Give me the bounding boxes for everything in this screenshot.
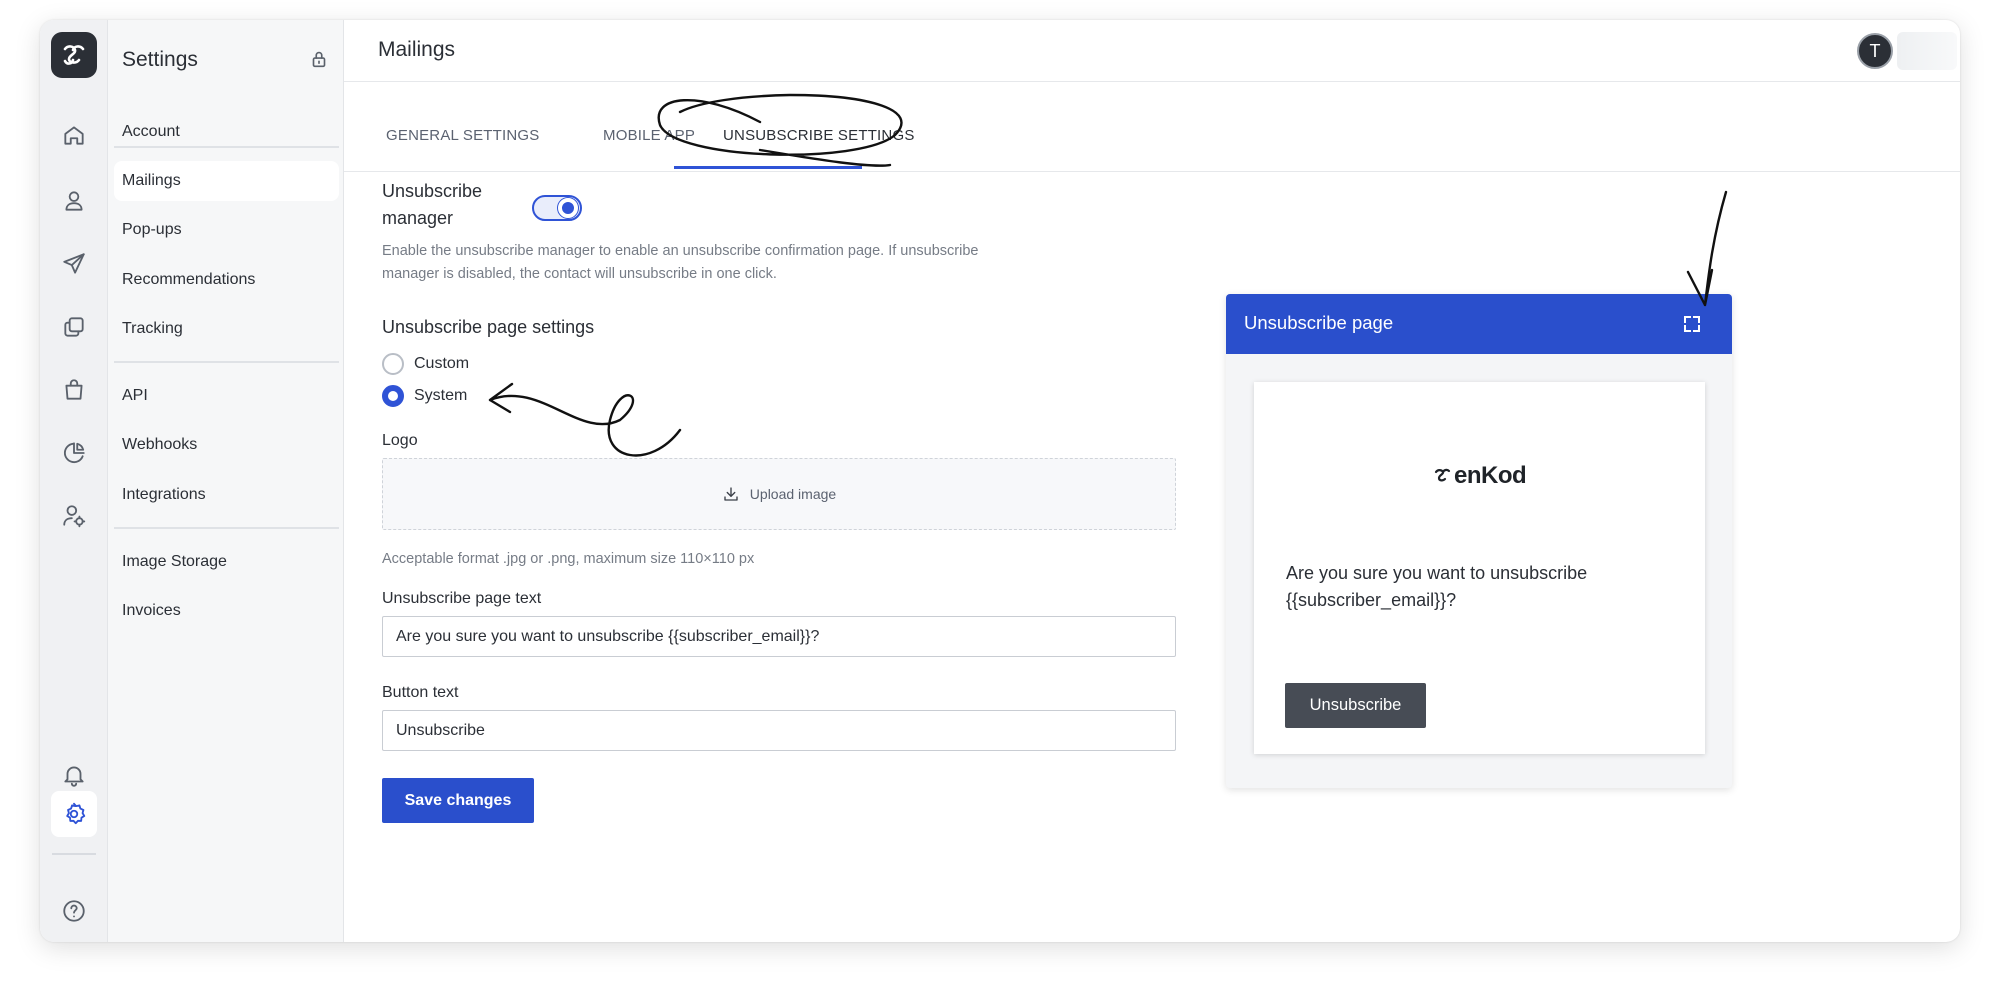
active-tab-indicator (674, 166, 862, 169)
preview-unsubscribe-button: Unsubscribe (1285, 683, 1426, 728)
templates-icon[interactable] (54, 307, 94, 347)
main-content: Mailings T GENERAL SETTINGS MOBILE APP U… (344, 20, 1960, 942)
manager-help-line2: manager is disabled, the contact will un… (382, 266, 777, 282)
brand-name: enKod (1454, 462, 1527, 489)
icon-rail (40, 20, 108, 942)
sidebar-item-tracking[interactable]: Tracking (114, 309, 339, 349)
preview-text: Are you sure you want to unsubscribe {{s… (1286, 560, 1646, 614)
help-icon[interactable] (54, 891, 94, 931)
toggle-knob (558, 198, 578, 218)
sidebar-item-api[interactable]: API (114, 376, 339, 416)
manager-label-line2: manager (382, 208, 454, 228)
page-title: Mailings (378, 38, 456, 61)
sidebar-item-mailings[interactable]: Mailings (114, 161, 339, 201)
unsubscribe-manager-toggle[interactable] (532, 195, 582, 221)
sidebar-item-popups[interactable]: Pop-ups (114, 210, 339, 250)
settings-sidebar: Settings Account Mailings Pop-ups Recomm… (108, 20, 344, 942)
tab-mobile-app[interactable]: MOBILE APP (603, 127, 695, 144)
radio-custom[interactable] (382, 353, 404, 375)
page-text-input[interactable] (382, 616, 1176, 657)
bell-icon[interactable] (54, 755, 94, 795)
sidebar-item-invoices[interactable]: Invoices (114, 591, 339, 631)
sidebar-item-image-storage[interactable]: Image Storage (114, 542, 339, 582)
rail-divider (52, 853, 96, 855)
sidebar-item-integrations[interactable]: Integrations (114, 475, 339, 515)
user-settings-icon[interactable] (54, 496, 94, 536)
sidebar-title: Settings (122, 48, 198, 71)
manager-help-line1: Enable the unsubscribe manager to enable… (382, 243, 979, 259)
preview-title: Unsubscribe page (1244, 312, 1394, 333)
avatar[interactable]: T (1857, 33, 1893, 69)
radio-system-label[interactable]: System (414, 387, 467, 405)
sidebar-item-recommendations[interactable]: Recommendations (114, 260, 339, 300)
analytics-pie-icon[interactable] (54, 433, 94, 473)
sidebar-divider (114, 146, 339, 148)
sidebar-divider (114, 361, 339, 363)
upload-image-dropzone[interactable]: Upload image (382, 458, 1176, 530)
tab-unsubscribe-settings[interactable]: UNSUBSCRIBE SETTINGS (723, 127, 915, 144)
app-window: Settings Account Mailings Pop-ups Recomm… (40, 20, 1960, 942)
sidebar-item-webhooks[interactable]: Webhooks (114, 425, 339, 465)
radio-system[interactable] (382, 385, 404, 407)
account-menu[interactable] (1897, 32, 1957, 70)
contacts-icon[interactable] (54, 181, 94, 221)
preview-text-line2: {{subscriber_email}}? (1286, 590, 1457, 610)
home-icon[interactable] (54, 115, 94, 155)
top-bar: Mailings T (344, 20, 1960, 82)
button-text-input[interactable] (382, 710, 1176, 751)
manager-label-line1: Unsubscribe (382, 181, 483, 201)
button-text-label: Button text (382, 684, 459, 701)
save-changes-button[interactable]: Save changes (382, 778, 534, 823)
page-text-label: Unsubscribe page text (382, 590, 542, 607)
app-logo[interactable] (51, 32, 97, 78)
tab-general-settings[interactable]: GENERAL SETTINGS (386, 127, 540, 144)
upload-hint: Acceptable format .jpg or .png, maximum … (382, 551, 755, 567)
lock-icon[interactable] (308, 48, 330, 70)
sidebar-divider (114, 527, 339, 529)
preview-text-line1: Are you sure you want to unsubscribe (1286, 563, 1588, 583)
upload-label: Upload image (749, 486, 837, 502)
preview-card: enKod Are you sure you want to unsubscri… (1254, 382, 1705, 754)
send-icon[interactable] (54, 244, 94, 284)
logo-mark-icon (63, 45, 85, 65)
preview-header: Unsubscribe page (1226, 294, 1732, 354)
logo-label: Logo (382, 432, 418, 449)
radio-custom-label[interactable]: Custom (414, 355, 469, 373)
brand-logo: enKod (1434, 462, 1527, 490)
expand-icon[interactable] (1682, 314, 1702, 334)
shop-bag-icon[interactable] (54, 370, 94, 410)
page-settings-label: Unsubscribe page settings (382, 317, 595, 337)
brand-mark-icon (1434, 468, 1451, 482)
tab-bar: GENERAL SETTINGS MOBILE APP UNSUBSCRIBE … (344, 82, 1960, 172)
gear-icon[interactable] (51, 791, 97, 837)
unsubscribe-preview-panel: Unsubscribe page enKod Are you sure you … (1226, 294, 1732, 788)
download-icon (724, 487, 738, 501)
